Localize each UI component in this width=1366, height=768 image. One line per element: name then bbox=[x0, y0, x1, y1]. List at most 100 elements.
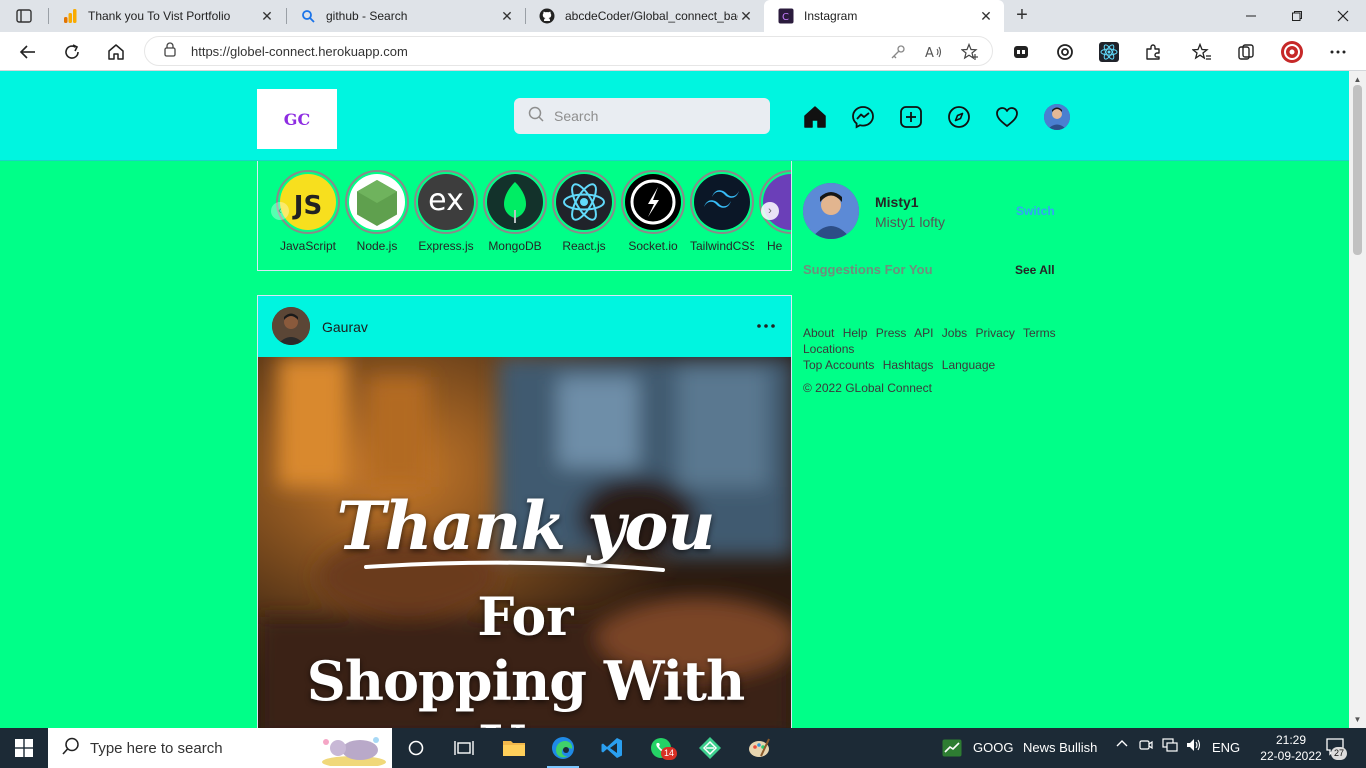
close-icon[interactable]: ✕ bbox=[499, 8, 515, 25]
refresh-button[interactable] bbox=[59, 39, 85, 65]
more-menu-icon[interactable] bbox=[1326, 40, 1350, 64]
suggestions-heading: Suggestions For You bbox=[803, 262, 933, 277]
home-button[interactable] bbox=[103, 39, 129, 65]
scrollbar-thumb[interactable] bbox=[1353, 85, 1362, 255]
react-devtools-icon[interactable] bbox=[1097, 40, 1121, 64]
volume-icon[interactable] bbox=[1186, 738, 1202, 755]
tab-github-repo[interactable]: abcdeCoder/Global_connect_bac ✕ bbox=[525, 0, 764, 32]
chevron-left-icon[interactable]: ‹ bbox=[271, 202, 289, 220]
file-explorer-icon[interactable] bbox=[490, 728, 538, 768]
story-reactjs[interactable]: React.js bbox=[552, 170, 616, 253]
app-logo[interactable]: GC bbox=[257, 89, 337, 149]
post-image-text-shopping: Shopping With Us. bbox=[306, 649, 746, 728]
read-aloud-icon[interactable]: A bbox=[925, 43, 943, 61]
profile-icon[interactable] bbox=[1280, 40, 1304, 64]
close-icon[interactable]: ✕ bbox=[259, 8, 275, 25]
back-button[interactable] bbox=[15, 39, 41, 65]
new-tab-button[interactable]: + bbox=[1011, 4, 1033, 26]
taskbar-search-placeholder[interactable]: Type here to search bbox=[90, 740, 223, 757]
messenger-icon[interactable] bbox=[850, 104, 876, 130]
footer-link[interactable]: Help bbox=[843, 326, 868, 340]
story-label: Socket.io bbox=[628, 239, 678, 253]
scroll-up-icon[interactable]: ▲ bbox=[1353, 75, 1362, 84]
language-indicator[interactable]: ENG bbox=[1212, 740, 1240, 755]
footer-link[interactable]: Press bbox=[876, 326, 907, 340]
edge-browser-icon[interactable] bbox=[539, 728, 587, 768]
switch-account-button[interactable]: Switch bbox=[1016, 204, 1055, 218]
post-card: Gaurav Thank you For Shopping With bbox=[257, 295, 792, 728]
current-user-avatar[interactable] bbox=[803, 183, 859, 239]
footer-link[interactable]: Top Accounts bbox=[803, 358, 874, 372]
story-tailwindcss[interactable]: TailwindCSS bbox=[690, 170, 754, 253]
url-text[interactable]: https://globel-connect.herokuapp.com bbox=[191, 44, 408, 59]
minimize-button[interactable] bbox=[1228, 0, 1274, 32]
add-favorite-icon[interactable] bbox=[961, 43, 979, 61]
mongodb-logo-icon bbox=[487, 174, 543, 230]
task-view-button[interactable] bbox=[440, 728, 488, 768]
whatsapp-icon[interactable]: 14 bbox=[637, 728, 685, 768]
tab-actions-icon[interactable] bbox=[8, 6, 40, 26]
footer-link[interactable]: Locations bbox=[803, 342, 854, 356]
favorites-icon[interactable] bbox=[1190, 40, 1214, 64]
cortana-button[interactable] bbox=[392, 728, 440, 768]
tab-github-search[interactable]: github - Search ✕ bbox=[286, 0, 525, 32]
tab-instagram[interactable]: C Instagram ✕ bbox=[764, 0, 1004, 32]
footer-link[interactable]: Privacy bbox=[975, 326, 1014, 340]
collections-icon[interactable] bbox=[1234, 40, 1258, 64]
extension-loop-icon[interactable] bbox=[1053, 40, 1077, 64]
search-input[interactable] bbox=[554, 108, 754, 124]
restore-button[interactable] bbox=[1274, 0, 1320, 32]
footer-link[interactable]: Terms bbox=[1023, 326, 1056, 340]
create-post-icon[interactable] bbox=[898, 104, 924, 130]
vscode-icon[interactable] bbox=[588, 728, 636, 768]
profile-avatar[interactable] bbox=[1044, 104, 1070, 130]
chevron-up-icon[interactable] bbox=[1116, 738, 1128, 753]
stock-ticker-text[interactable]: GOOG bbox=[973, 740, 1013, 755]
react-logo-icon bbox=[556, 174, 612, 230]
tailwindcss-logo-icon bbox=[694, 174, 750, 230]
lock-icon[interactable] bbox=[163, 41, 177, 62]
story-nodejs[interactable]: Node.js bbox=[345, 170, 409, 253]
heart-icon[interactable] bbox=[994, 104, 1020, 130]
taskbar-search-box[interactable]: Type here to search bbox=[48, 728, 392, 768]
key-icon[interactable] bbox=[889, 43, 907, 61]
chevron-right-icon[interactable]: › bbox=[761, 202, 779, 220]
footer-link[interactable]: API bbox=[914, 326, 933, 340]
start-button[interactable] bbox=[0, 728, 48, 768]
footer-link[interactable]: About bbox=[803, 326, 834, 340]
page-scrollbar[interactable]: ▲ ▼ bbox=[1349, 71, 1366, 728]
more-options-icon[interactable] bbox=[754, 316, 778, 336]
footer-links: About Help Press API Jobs Privacy Terms … bbox=[803, 325, 1103, 373]
paint-app-icon[interactable] bbox=[735, 728, 783, 768]
home-icon[interactable] bbox=[802, 104, 828, 130]
address-bar[interactable]: https://globel-connect.herokuapp.com A bbox=[144, 36, 993, 66]
post-author-username[interactable]: Gaurav bbox=[322, 319, 368, 335]
system-clock[interactable]: 21:29 22-09-2022 bbox=[1260, 732, 1322, 764]
close-icon[interactable]: ✕ bbox=[738, 8, 754, 25]
post-author-avatar[interactable] bbox=[272, 307, 310, 345]
story-mongodb[interactable]: MongoDB bbox=[483, 170, 547, 253]
footer-link[interactable]: Hashtags bbox=[883, 358, 934, 372]
notification-count-badge: 27 bbox=[1331, 747, 1348, 760]
see-all-link[interactable]: See All bbox=[1015, 263, 1055, 277]
post-image[interactable]: Thank you For Shopping With Us. bbox=[258, 357, 791, 728]
search-box[interactable] bbox=[514, 98, 770, 134]
story-expressjs[interactable]: ex Express.js bbox=[414, 170, 478, 253]
scroll-down-icon[interactable]: ▼ bbox=[1353, 715, 1362, 724]
close-icon[interactable]: ✕ bbox=[978, 8, 994, 25]
app-diamond-icon[interactable] bbox=[686, 728, 734, 768]
story-socketio[interactable]: Socket.io bbox=[621, 170, 685, 253]
meet-now-icon[interactable] bbox=[1139, 738, 1153, 755]
footer-link[interactable]: Jobs bbox=[942, 326, 967, 340]
current-username[interactable]: Misty1 bbox=[875, 194, 919, 210]
story-label: Express.js bbox=[418, 239, 474, 253]
footer-link[interactable]: Language bbox=[942, 358, 995, 372]
explore-compass-icon[interactable] bbox=[946, 104, 972, 130]
network-icon[interactable] bbox=[1162, 738, 1178, 755]
close-window-button[interactable] bbox=[1320, 0, 1366, 32]
extension-tab-icon[interactable] bbox=[1009, 40, 1033, 64]
news-status-text[interactable]: News Bullish bbox=[1023, 740, 1097, 755]
extensions-puzzle-icon[interactable] bbox=[1141, 40, 1165, 64]
stocks-chart-icon[interactable] bbox=[942, 739, 962, 762]
tab-portfolio[interactable]: Thank you To Vist Portfolio ✕ bbox=[48, 0, 285, 32]
